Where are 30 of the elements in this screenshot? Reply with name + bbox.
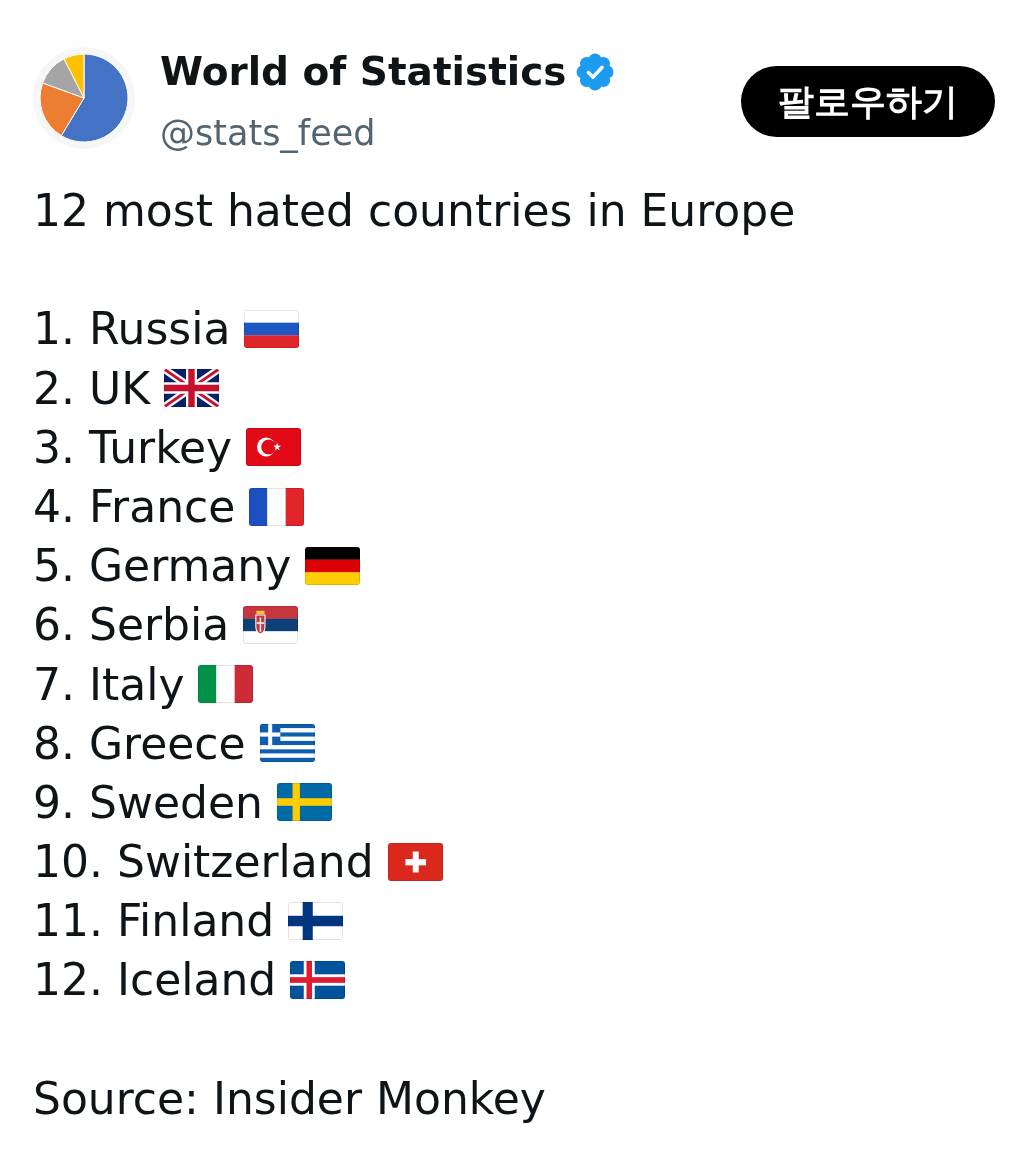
russia-flag-icon: [244, 309, 300, 348]
list-entry-text: 2. UK: [33, 361, 151, 416]
account-handle: @stats_feed: [160, 112, 377, 155]
follow-button[interactable]: 팔로우하기: [741, 66, 995, 137]
uk-flag-icon: [164, 369, 220, 408]
list-entry-text: 11. Finland: [33, 894, 275, 949]
list-entry-text: 9. Sweden: [33, 775, 263, 830]
post-title-text: 12 most hated countries in Europe: [33, 184, 797, 238]
list-entry-text: 12. Iceland: [33, 953, 277, 1008]
list-entry-text: 7. Italy: [33, 657, 185, 712]
sweden-flag-icon: [276, 783, 332, 822]
list-entry-text: 8. Greece: [33, 716, 246, 771]
france-flag-icon: [249, 487, 305, 526]
list-entry-text: 10. Switzerland: [33, 835, 374, 890]
switzerland-flag-icon: [387, 842, 443, 881]
pie-chart-avatar-icon: [33, 47, 135, 149]
germany-flag-icon: [305, 546, 361, 585]
serbia-flag-icon: [243, 605, 299, 644]
iceland-flag-icon: [290, 961, 346, 1000]
greece-flag-icon: [259, 724, 315, 763]
list-entry-text: 3. Turkey: [33, 420, 233, 475]
source-text: Source: Insider Monkey: [33, 1071, 547, 1126]
list-entry-text: 4. France: [33, 479, 236, 534]
account-name: World of Statistics: [160, 48, 567, 96]
finland-flag-icon: [288, 901, 344, 940]
list-entry-text: 1. Russia: [33, 302, 231, 357]
list-entry-text: 5. Germany: [33, 539, 292, 594]
list-entry-text: 6. Serbia: [33, 598, 230, 653]
italy-flag-icon: [198, 665, 254, 704]
turkey-flag-icon: [246, 428, 302, 467]
